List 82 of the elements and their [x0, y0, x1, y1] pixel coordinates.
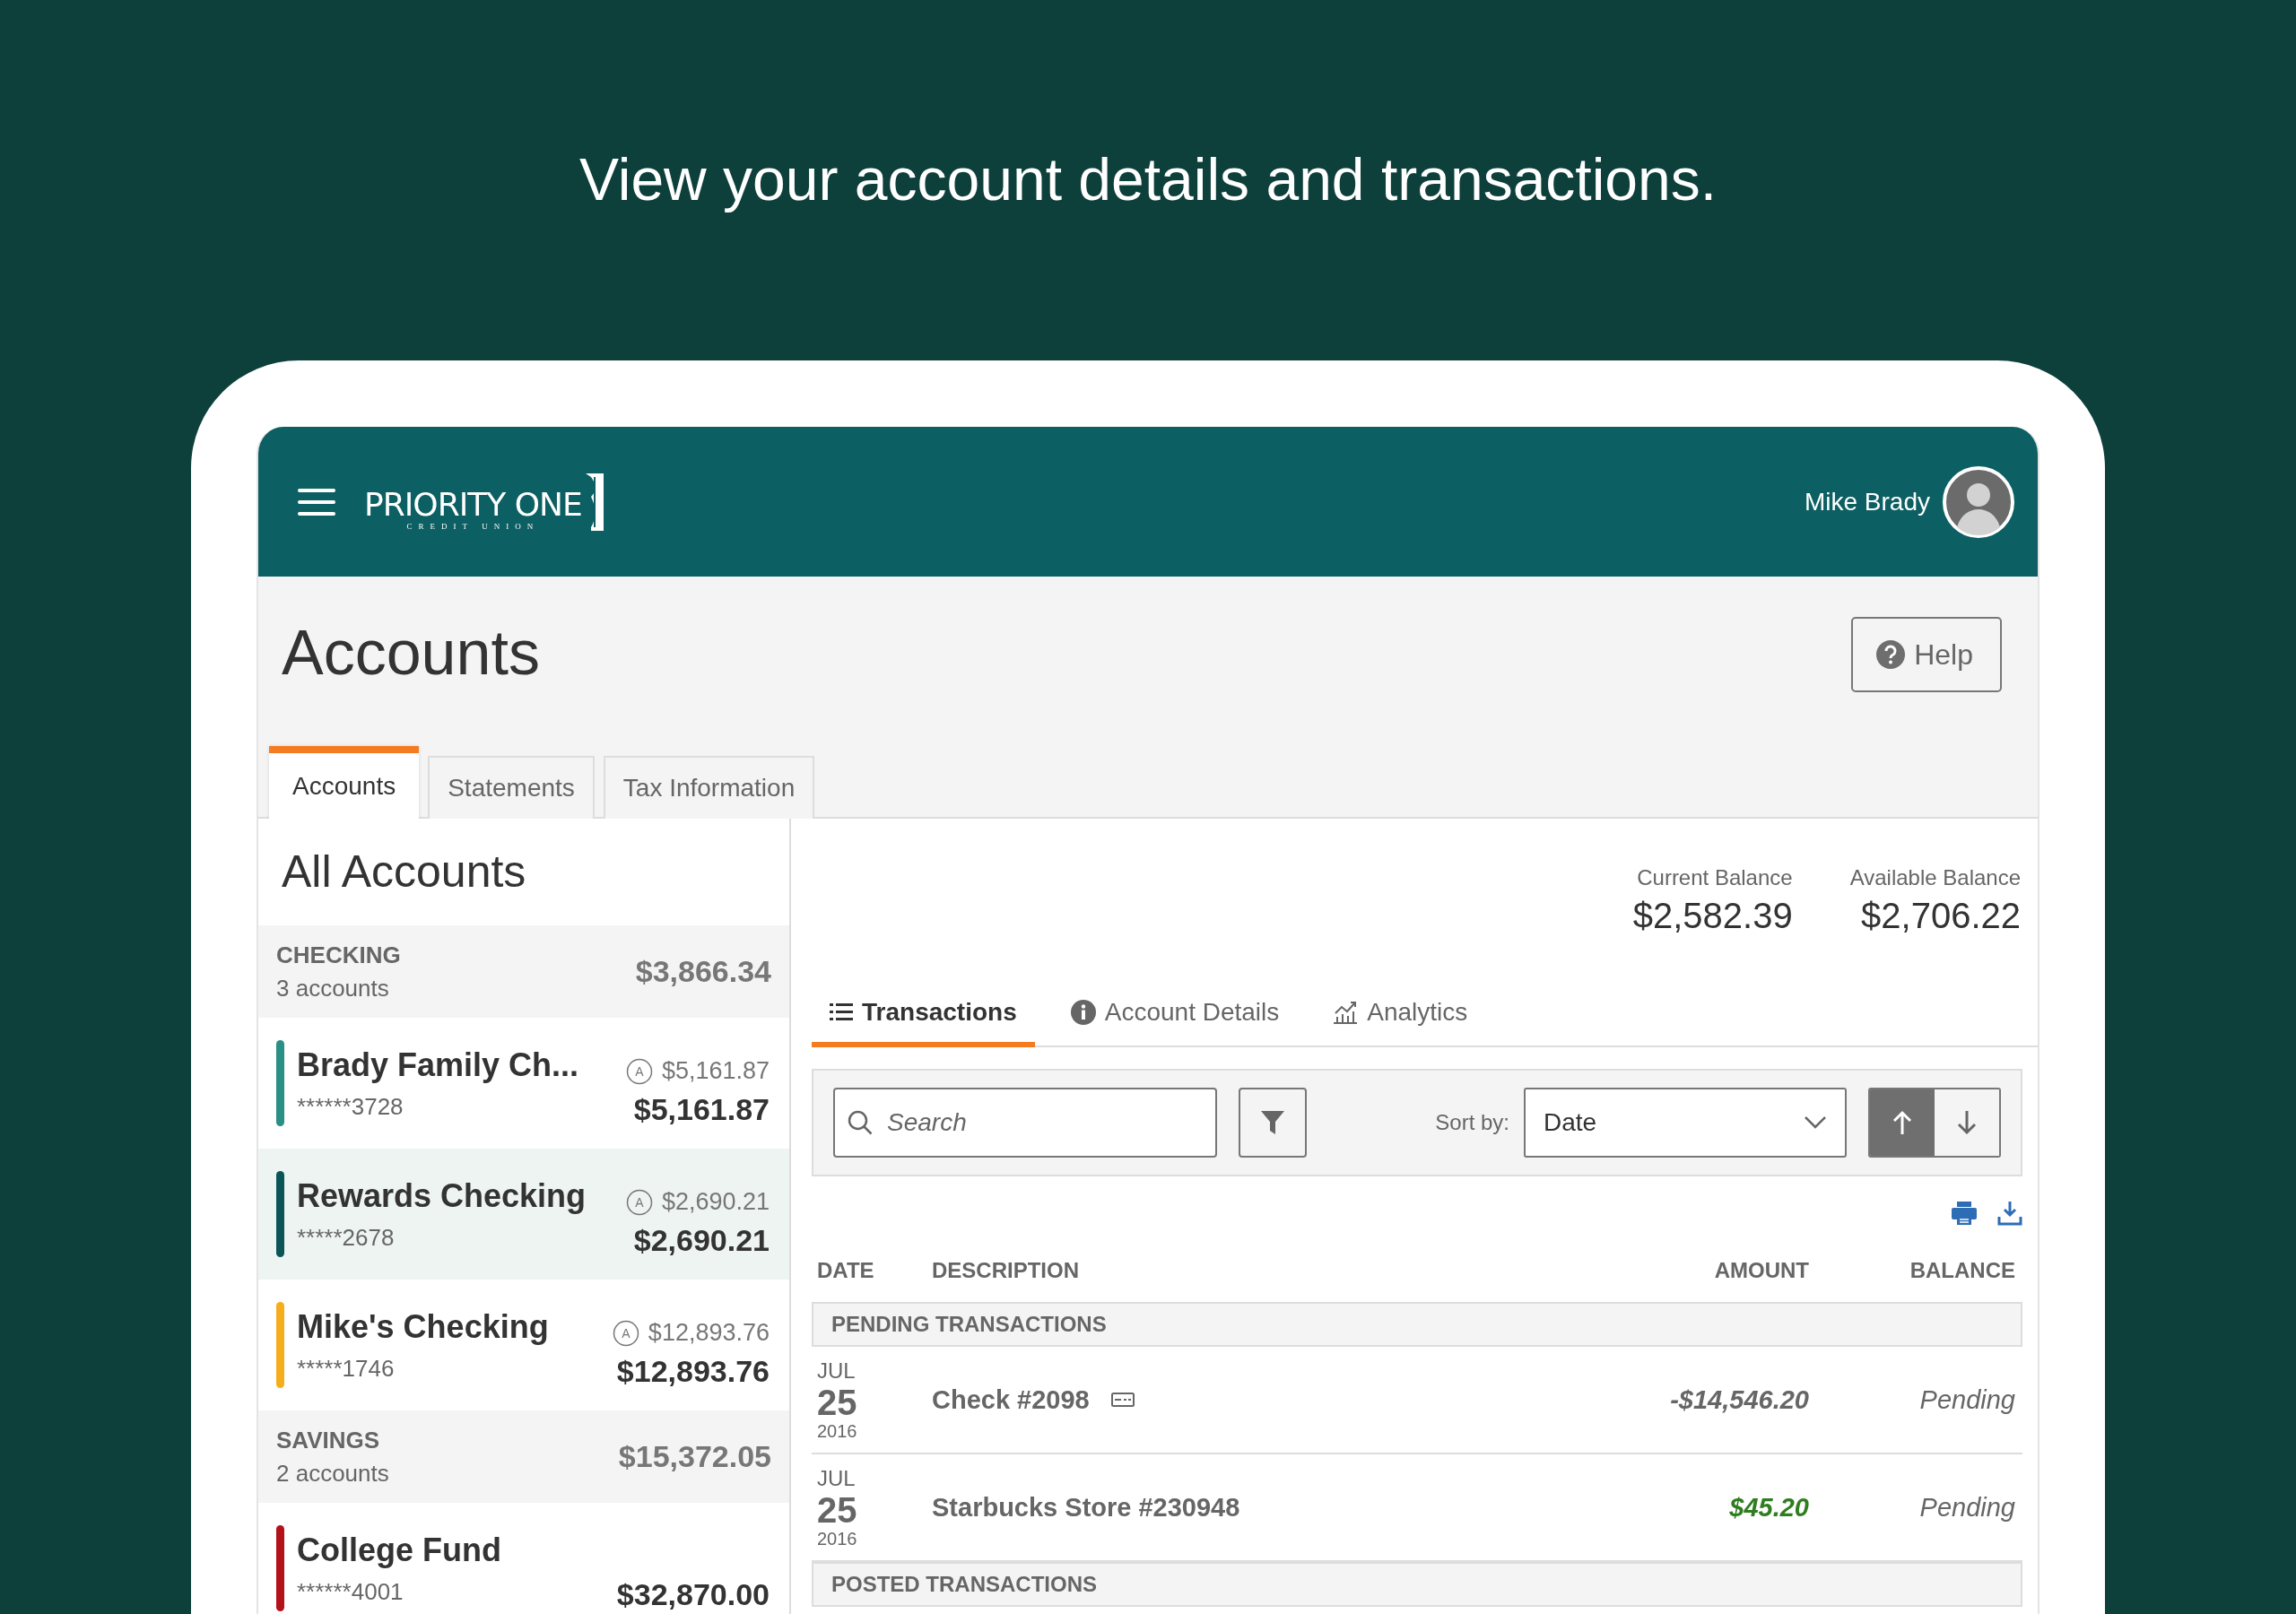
section-title: POSTED TRANSACTIONS: [831, 1572, 1097, 1597]
chevron-down-icon: [1804, 1115, 1827, 1130]
help-button[interactable]: Help: [1851, 617, 2002, 692]
date-day: 25: [817, 1383, 857, 1421]
sort-dropdown[interactable]: Date: [1524, 1088, 1847, 1158]
menu-icon[interactable]: [298, 486, 335, 517]
transaction-amount: $45.20: [1728, 1492, 1809, 1523]
avatar[interactable]: [1943, 465, 2014, 538]
account-balance: $2,690.21: [633, 1223, 770, 1258]
running-balance: Pending: [1918, 1492, 2015, 1523]
account-name: Brady Family Ch...: [297, 1046, 580, 1084]
logo-name: PRIORITY ONE: [364, 487, 582, 522]
account-balance: $5,161.87: [633, 1092, 770, 1127]
column-header: DESCRIPTION: [932, 1258, 1080, 1283]
account-number: ******3728: [297, 1092, 404, 1121]
account-balance: $12,893.76: [616, 1354, 770, 1389]
account-count: 3 accounts: [276, 974, 390, 1002]
transaction-row[interactable]: JUL 25 2016 Check #2098 -$14,546.20 Pending: [812, 1347, 2022, 1454]
section-title: PENDING TRANSACTIONS: [831, 1312, 1107, 1337]
chart-icon: [1333, 1001, 1359, 1024]
running-balance: Pending: [1918, 1384, 2015, 1415]
account-item[interactable]: Rewards Checking *****2678 A $2,690.21 $2,690.21: [258, 1149, 789, 1280]
tab[interactable]: Accounts: [269, 746, 420, 819]
date-month: JUL: [817, 1358, 856, 1384]
available-badge-icon: A: [625, 1188, 653, 1216]
account-balance: $32,870.00: [616, 1577, 770, 1612]
available-badge-icon: A: [612, 1319, 639, 1347]
account-name: College Fund: [297, 1531, 502, 1569]
tab[interactable]: Transactions: [812, 990, 1035, 1047]
print-icon[interactable]: [1951, 1201, 1978, 1226]
transaction-description: Check #2098: [932, 1384, 1090, 1415]
account-count: 2 accounts: [276, 1459, 389, 1488]
account-number: *****1746: [297, 1354, 396, 1383]
filter-button[interactable]: [1239, 1088, 1307, 1158]
account-number: *****2678: [297, 1223, 396, 1252]
available-amount: $12,893.76: [648, 1319, 770, 1347]
account-number: ******4001: [297, 1577, 404, 1606]
group-total: $3,866.34: [635, 954, 771, 989]
sidebar-title: All Accounts: [281, 846, 527, 898]
date-day: 25: [817, 1490, 857, 1529]
column-header: DATE: [817, 1258, 875, 1283]
available-amount: $2,690.21: [661, 1188, 770, 1216]
list-icon: [830, 1002, 853, 1022]
available-badge-icon: A: [625, 1057, 653, 1085]
date-year: 2016: [817, 1528, 857, 1549]
available-amount: $5,161.87: [661, 1057, 770, 1085]
tab[interactable]: Tax Information: [603, 756, 815, 819]
group-header[interactable]: CHECKING 3 accounts $3,866.34: [258, 925, 789, 1018]
sort-direction-button[interactable]: [1870, 1089, 1935, 1156]
transaction-amount: -$14,546.20: [1669, 1384, 1809, 1415]
tab[interactable]: Account Details: [1052, 990, 1298, 1047]
headline: View your account details and transactions.: [578, 146, 1718, 213]
balance-value: $2,582.39: [1632, 896, 1793, 936]
group-name: SAVINGS: [276, 1426, 381, 1454]
logo-tagline: CREDIT UNION: [406, 521, 540, 531]
help-icon: [1876, 640, 1906, 669]
balance-value: $2,706.22: [1861, 896, 2021, 936]
download-icon[interactable]: [1997, 1201, 2022, 1226]
group-name: CHECKING: [276, 941, 401, 969]
balance-label: Current Balance: [1637, 865, 1793, 890]
page-title: Accounts: [282, 617, 540, 690]
account-name: Rewards Checking: [297, 1176, 587, 1215]
user-name[interactable]: Mike Brady: [1804, 487, 1930, 516]
date-year: 2016: [817, 1420, 857, 1442]
transaction-description: Starbucks Store #230948: [932, 1492, 1240, 1523]
column-header: AMOUNT: [1713, 1258, 1809, 1283]
filter-icon: [1260, 1109, 1285, 1136]
group-total: $15,372.05: [618, 1439, 771, 1474]
column-header: BALANCE: [1909, 1258, 2015, 1283]
account-name: Mike's Checking: [297, 1307, 550, 1346]
arrow-down-icon: [1957, 1110, 1977, 1135]
sort-label: Sort by:: [1435, 1110, 1509, 1135]
group-header[interactable]: SAVINGS 2 accounts $15,372.05: [258, 1410, 789, 1503]
balance-label: Available Balance: [1849, 865, 2021, 890]
search-icon: [848, 1110, 873, 1135]
date-month: JUL: [817, 1465, 856, 1491]
tab[interactable]: Statements: [428, 756, 595, 819]
check-image-icon[interactable]: [1110, 1393, 1135, 1407]
tab[interactable]: Analytics: [1315, 990, 1486, 1047]
info-icon: [1070, 1000, 1096, 1025]
arrow-up-icon: [1892, 1110, 1912, 1135]
search-field[interactable]: Search: [833, 1088, 1217, 1158]
